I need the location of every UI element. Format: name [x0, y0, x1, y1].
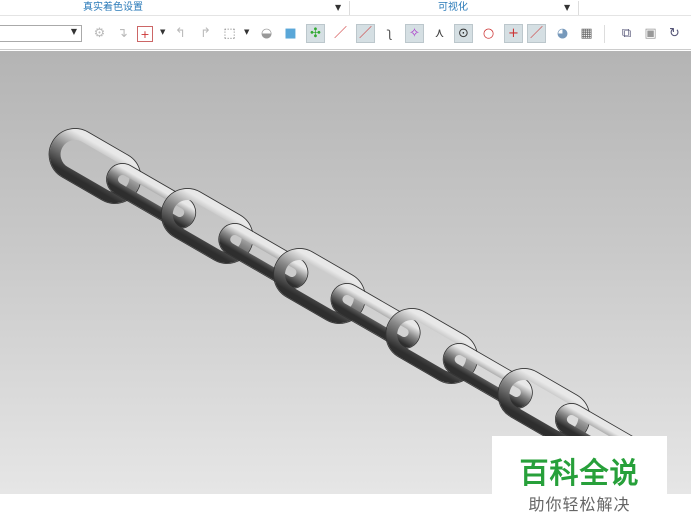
- graphics-viewport[interactable]: 百科全说 助你轻松解决: [0, 51, 691, 519]
- intersection-icon[interactable]: ⋏: [430, 24, 449, 43]
- shaded-body-icon[interactable]: ◒: [257, 24, 276, 43]
- ribbon-group-true-shading[interactable]: 真实着色设置: [83, 0, 143, 16]
- face-icon[interactable]: ◕: [553, 24, 572, 43]
- select-feature-icon[interactable]: ⚙: [90, 24, 109, 43]
- divider: [578, 1, 579, 15]
- cross-point-icon[interactable]: +: [504, 24, 523, 43]
- watermark-title: 百科全说: [519, 456, 640, 490]
- snap-icon[interactable]: ↴: [113, 24, 132, 43]
- chevron-down-icon[interactable]: ▼: [160, 28, 165, 36]
- chevron-down-icon: ▼: [70, 27, 77, 36]
- rotate-icon[interactable]: ↻: [665, 24, 684, 43]
- ribbon-group-visualization[interactable]: 可视化: [438, 0, 468, 16]
- chain-model: [48, 128, 645, 469]
- watermark-subtitle: 助你轻松解决: [528, 495, 631, 514]
- undo-select-icon[interactable]: ↰: [171, 24, 190, 43]
- fit-view-icon[interactable]: ⧉: [617, 24, 636, 43]
- divider: [604, 25, 605, 43]
- line-icon[interactable]: ／: [331, 24, 350, 43]
- chevron-down-icon[interactable]: ▼: [335, 0, 341, 15]
- ribbon-group-row: 真实着色设置 ▼ 可视化 ▼: [0, 0, 691, 16]
- curve-icon[interactable]: ʅ: [380, 24, 399, 43]
- selection-toolbar: ▼ ⚙ ↴ + ▼ ↰ ↱ ⬚ ▼ ◒ ■ ✣ ／ ／ ʅ ✧ ⋏ ⊙ ○ + …: [0, 16, 691, 50]
- chevron-down-icon[interactable]: ▼: [244, 28, 249, 36]
- box-select-icon[interactable]: ⬚: [220, 24, 239, 43]
- redo-select-icon[interactable]: ↱: [196, 24, 215, 43]
- watermark: 百科全说 助你轻松解决: [492, 436, 667, 519]
- filter-icon[interactable]: +: [137, 26, 153, 42]
- polyline-icon[interactable]: ✧: [405, 24, 424, 43]
- solid-body-icon[interactable]: ■: [281, 24, 300, 43]
- tangent-line-icon[interactable]: ／: [527, 24, 546, 43]
- point-on-object-icon[interactable]: ✣: [306, 24, 325, 43]
- grid-icon[interactable]: ▦: [577, 24, 596, 43]
- chevron-down-icon[interactable]: ▼: [564, 0, 570, 15]
- center-point-icon[interactable]: ⊙: [454, 24, 473, 43]
- divider: [349, 1, 350, 15]
- line-midpoint-icon[interactable]: ／: [356, 24, 375, 43]
- zoom-window-icon[interactable]: ▣: [641, 24, 660, 43]
- selection-filter-dropdown[interactable]: ▼: [0, 25, 82, 42]
- quadrant-point-icon[interactable]: ○: [479, 24, 498, 43]
